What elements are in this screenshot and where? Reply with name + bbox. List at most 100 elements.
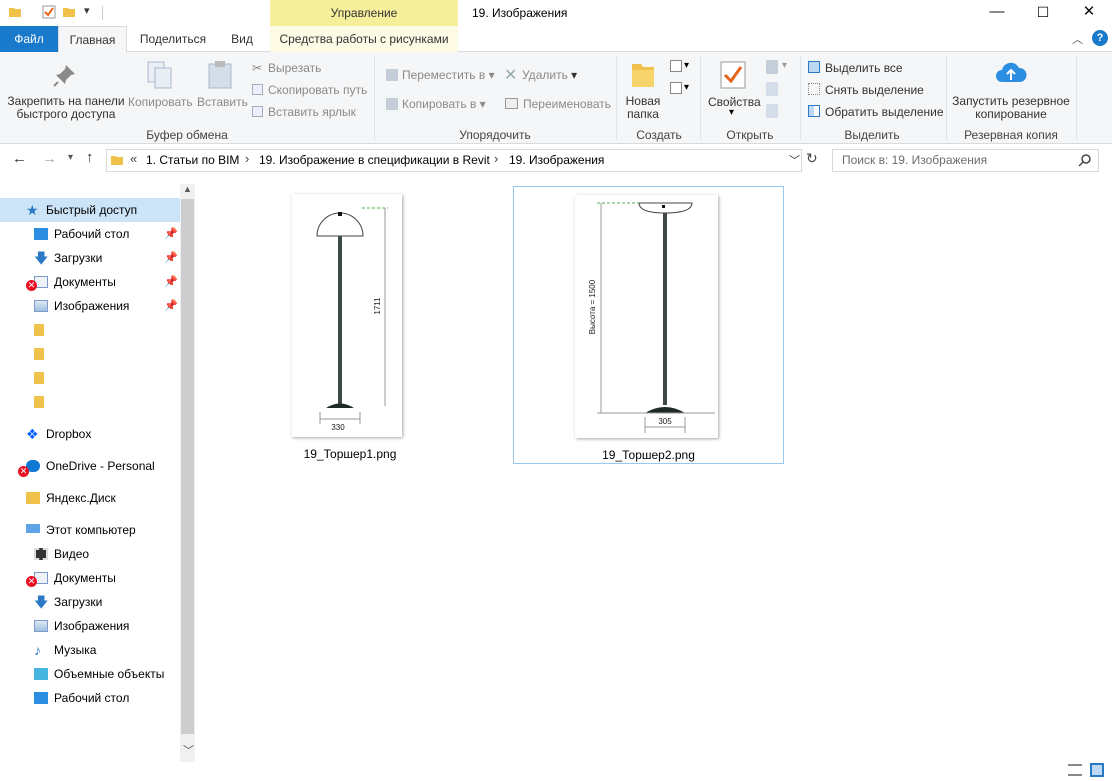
breadcrumb-item[interactable]: 19. Изображение в спецификации в Revit [259,153,490,167]
pinned-icon[interactable]: 📌 [164,294,178,318]
download-icon: 🡇 [34,250,49,266]
nav-label: Этот компьютер [46,523,136,537]
folder-icon [34,324,44,336]
nav-folder[interactable] [0,366,180,390]
recent-locations-icon[interactable]: ▾ [68,152,73,163]
new-item-icon[interactable] [670,60,682,72]
file-item[interactable]: 305 Высота = 1500 19_Торшер2.png [513,186,784,464]
pin-to-quick-access-button[interactable]: Закрепить на панели быстрого доступа [6,95,126,121]
scroll-down-icon[interactable]: ﹀ [183,742,194,758]
tab-share[interactable]: Поделиться [132,26,214,52]
pinned-icon[interactable]: 📌 [164,270,178,294]
details-view-icon[interactable] [1068,764,1082,776]
history-icon[interactable] [766,104,778,118]
paste-shortcut-button[interactable]: Вставить ярлык [268,105,356,119]
easy-access-dropdown[interactable]: ▾ [684,82,689,93]
copy-path-button[interactable]: Скопировать путь [268,83,367,97]
nav-this-pc[interactable]: Этот компьютер [0,518,180,542]
maximize-button[interactable]: ☐ [1020,0,1066,26]
open-icon[interactable] [766,60,778,74]
edit-icon[interactable] [766,82,778,96]
invert-selection-button[interactable]: Обратить выделение [825,105,944,119]
help-icon[interactable]: ? [1092,30,1108,46]
minimize-button[interactable]: — [974,0,1020,26]
nav-yandex-disk[interactable]: Яндекс.Диск [0,486,180,510]
rename-button[interactable]: Переименовать [523,97,611,111]
pinned-icon[interactable]: 📌 [164,222,178,246]
nav-pc-downloads[interactable]: 🡇 Загрузки [0,590,180,614]
pinned-icon[interactable]: 📌 [164,246,178,270]
nav-folder[interactable] [0,342,180,366]
breadcrumb-chevron-icon[interactable]: › [245,151,249,166]
select-all-button[interactable]: Выделить все [825,61,903,75]
open-dropdown[interactable]: ▾ [782,60,787,71]
copy-path-icon [252,84,263,95]
paste-button[interactable]: Вставить [197,95,248,109]
large-icons-view-icon[interactable] [1090,763,1104,777]
nav-pc-pictures[interactable]: Изображения [0,614,180,638]
nav-desktop[interactable]: Рабочий стол 📌 [0,222,180,246]
group-label-new: Создать [636,128,682,142]
close-button[interactable]: ✕ [1066,0,1112,26]
scrollbar-thumb[interactable] [181,199,194,734]
nav-pictures[interactable]: Изображения 📌 [0,294,180,318]
breadcrumb-item[interactable]: 1. Статьи по BIM [146,153,239,167]
nav-pc-documents[interactable]: ✕ Документы [0,566,180,590]
move-to-button[interactable]: Переместить в ▾ [402,68,495,82]
up-arrow-icon[interactable]: ↑ [86,149,94,166]
tab-file[interactable]: Файл [0,26,58,52]
new-item-dropdown[interactable]: ▾ [684,60,689,71]
breadcrumb-chevron-icon[interactable]: › [494,151,498,166]
nav-videos[interactable]: Видео [0,542,180,566]
nav-3d-objects[interactable]: Объемные объекты [0,662,180,686]
nav-documents[interactable]: ✕ Документы 📌 [0,270,180,294]
sync-error-icon: ✕ [18,466,29,477]
address-dropdown-icon[interactable]: ﹀ [789,152,800,168]
properties-button[interactable]: Свойства [708,95,761,109]
new-folder-button[interactable]: Новая папка [620,95,666,121]
tab-home[interactable]: Главная [58,26,127,53]
nav-downloads[interactable]: 🡇 Загрузки 📌 [0,246,180,270]
copy-button[interactable]: Копировать [128,95,193,109]
breadcrumb-overflow[interactable]: « [130,151,137,166]
collapse-ribbon-icon[interactable]: ︿ [1072,31,1083,47]
back-arrow-icon[interactable]: ← [12,150,27,167]
properties-icon [720,61,746,89]
refresh-icon[interactable]: ↻ [806,150,818,167]
file-item[interactable]: 330 1711 19_Торшер1.png [278,186,422,464]
cut-button[interactable]: Вырезать [268,61,321,75]
scroll-up-icon[interactable]: ▲ [183,184,192,194]
easy-access-icon[interactable] [670,82,682,94]
folder-icon [34,372,44,384]
folder-icon [34,396,44,408]
nav-quick-access[interactable]: ★ Быстрый доступ [0,198,180,222]
nav-folder[interactable] [0,318,180,342]
delete-button[interactable]: Удалить ▾ [522,68,577,82]
cloud-upload-icon [996,62,1027,82]
desktop-icon [34,228,48,240]
cube-icon [34,668,48,680]
tab-picture-tools[interactable]: Средства работы с рисунками [270,26,458,52]
tab-view[interactable]: Вид [222,26,262,52]
rename-icon [505,98,518,109]
nav-label: Изображения [54,619,130,633]
search-icon[interactable] [1078,153,1092,167]
nav-label: Документы [54,275,116,289]
forward-arrow-icon[interactable]: → [42,150,57,167]
nav-music[interactable]: ♪ Музыка [0,638,180,662]
nav-pc-desktop[interactable]: Рабочий стол [0,686,180,710]
new-folder-icon[interactable] [62,5,76,19]
nav-folder[interactable] [0,390,180,414]
nav-label: Загрузки [54,251,103,265]
nav-onedrive[interactable]: ✕ OneDrive - Personal [0,454,180,478]
breadcrumb-item[interactable]: 19. Изображения [509,153,604,167]
dropbox-icon: ❖ [26,426,39,442]
properties-dropdown[interactable]: ▾ [729,107,734,118]
properties-icon[interactable] [42,5,56,19]
quick-access-dropdown[interactable]: ▾ [84,4,90,17]
copy-to-button[interactable]: Копировать в ▾ [402,97,486,111]
nav-label: Объемные объекты [54,667,165,681]
select-none-button[interactable]: Снять выделение [825,83,924,97]
start-backup-button[interactable]: Запустить резервное копирование [950,95,1072,121]
nav-dropbox[interactable]: ❖ Dropbox [0,422,180,446]
